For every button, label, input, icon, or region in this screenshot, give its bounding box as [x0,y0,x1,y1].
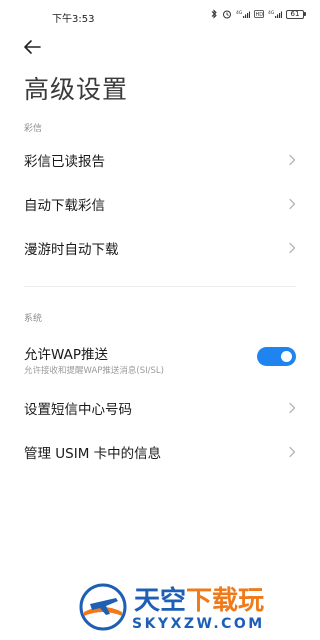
chevron-right-icon [289,402,296,414]
signal-4g-icon-2: 4G [268,10,282,18]
bluetooth-icon [211,9,217,19]
watermark-text-cn: 天空下载玩 [134,580,264,617]
back-button[interactable] [22,34,50,60]
battery-level: 61 [286,9,304,19]
section-header-system: 系统 [24,314,43,324]
hd-icon: HD [254,10,264,18]
section-divider [24,286,296,287]
watermark-text-cn-orange: 下载玩 [186,586,265,616]
chevron-right-icon [289,242,296,254]
toggle-knob [281,351,292,362]
page-title: 高级设置 [24,75,129,104]
setting-roaming-auto-download[interactable]: 漫游时自动下载 [0,226,320,270]
svg-text:4G: 4G [268,10,275,16]
setting-label: 彩信已读报告 [24,154,105,170]
status-time: 下午3:53 [52,14,95,25]
chevron-right-icon [289,446,296,458]
alarm-icon [223,10,231,19]
setting-label: 漫游时自动下载 [24,242,119,258]
setting-label: 设置短信中心号码 [24,402,132,418]
section-header-mms: 彩信 [24,124,43,134]
toggle-label: 允许WAP推送 [24,347,108,363]
toggle-description: 允许接收和提醒WAP推送消息(SI/SL) [24,366,164,376]
setting-mms-read-report[interactable]: 彩信已读报告 [0,138,320,182]
chevron-right-icon [289,198,296,210]
battery-icon: 61 [286,9,306,19]
svg-text:HD: HD [256,12,264,18]
setting-label: 自动下载彩信 [24,198,105,214]
chevron-right-icon [289,154,296,166]
setting-label: 管理 USIM 卡中的信息 [24,446,162,462]
setting-wap-push: 允许WAP推送 允许接收和提醒WAP推送消息(SI/SL) [0,339,320,387]
status-icons: 4G HD 4G 61 [210,9,306,19]
signal-4g-icon: 4G [236,10,250,18]
svg-text:4G: 4G [236,10,243,16]
setting-manage-usim-messages[interactable]: 管理 USIM 卡中的信息 [0,430,320,474]
setting-mms-auto-download[interactable]: 自动下载彩信 [0,182,320,226]
watermark: 天空下载玩 SKYXZW.COM [0,574,320,640]
watermark-logo-icon [79,583,127,631]
wap-push-toggle[interactable] [257,347,296,366]
setting-sms-center-number[interactable]: 设置短信中心号码 [0,386,320,430]
status-bar: 下午3:53 4G HD 4G 61 [0,0,320,34]
watermark-text-en: SKYXZW.COM [132,616,265,632]
watermark-text-cn-blue: 天空 [134,586,187,616]
arrow-left-icon [24,40,41,54]
